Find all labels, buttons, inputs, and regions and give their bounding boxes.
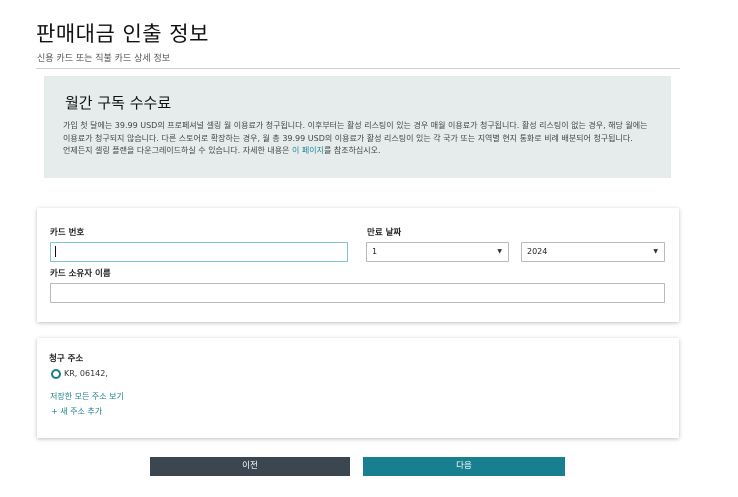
expiry-year-select[interactable]: 2024 ▼ [521,242,665,262]
expiry-year-value: 2024 [527,247,548,256]
card-details-panel: 카드 번호 만료 날짜 1 ▼ 2024 ▼ 카드 소유자 이름 [37,208,679,322]
expiry-month-select[interactable]: 1 ▼ [366,242,509,262]
chevron-down-icon: ▼ [653,248,658,255]
chevron-down-icon: ▼ [497,248,502,255]
expiry-label: 만료 날짜 [367,228,402,238]
page-subtitle: 신용 카드 또는 직불 카드 상세 정보 [37,54,171,64]
card-number-input[interactable] [50,242,348,262]
info-page-link[interactable]: 이 페이지 [292,146,324,155]
view-all-addresses-link[interactable]: 저장한 모든 주소 보기 [50,391,124,402]
previous-button[interactable]: 이전 [150,457,350,476]
add-new-address-link[interactable]: + 새 주소 추가 [51,406,102,417]
expiry-month-value: 1 [372,247,378,256]
info-text: 가입 첫 달에는 39.99 USD의 프로페셔널 셀링 월 이용료가 청구됩니… [63,120,653,158]
info-body-text-after: 를 참조하십시오. [323,146,381,155]
billing-address-label: 청구 주소 [49,354,84,364]
info-title: 월간 구독 수수료 [65,94,172,112]
page-title: 판매대금 인출 정보 [36,22,209,46]
subscription-fee-info: 월간 구독 수수료 가입 첫 달에는 39.99 USD의 프로페셔널 셀링 월… [44,76,671,178]
card-holder-label: 카드 소유자 이름 [50,269,111,279]
card-number-wrapper [50,242,348,262]
next-button[interactable]: 다음 [363,457,565,476]
card-number-label: 카드 번호 [50,228,85,238]
billing-address-panel: 청구 주소 KR, 06142, 저장한 모든 주소 보기 + 새 주소 추가 [37,338,679,438]
billing-address-value: KR, 06142, [64,369,108,378]
text-caret [55,246,56,257]
header-divider [36,68,680,69]
card-holder-input[interactable] [50,283,665,303]
radio-selected-icon[interactable] [51,369,61,379]
